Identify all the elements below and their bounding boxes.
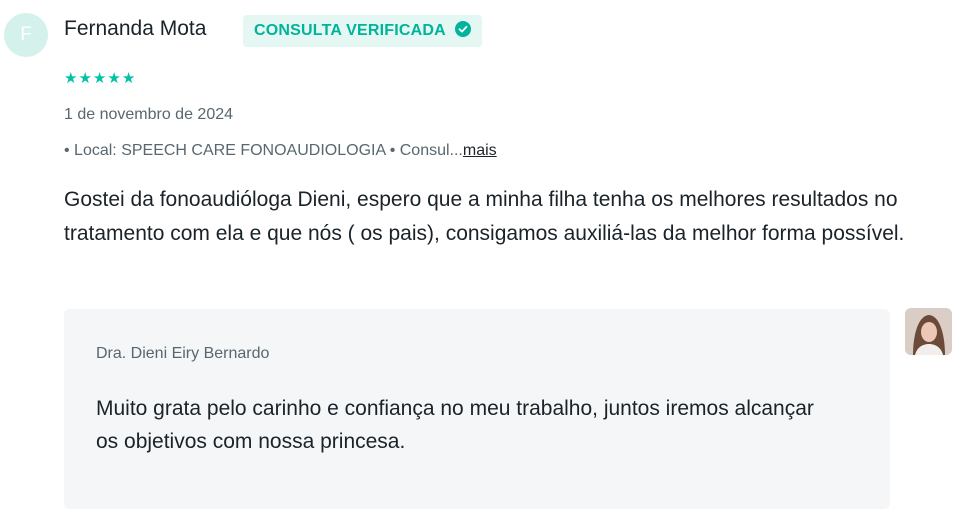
- reviewer-avatar: F: [4, 13, 48, 57]
- star-icon: ★: [92, 70, 107, 87]
- star-rating: ★ ★ ★ ★ ★: [64, 71, 135, 87]
- star-icon: ★: [78, 70, 92, 87]
- verified-badge-label: CONSULTA VERIFICADA: [254, 22, 446, 39]
- review-meta: • Local: SPEECH CARE FONOAUDIOLOGIA • Co…: [64, 142, 497, 160]
- doctor-reply: Dra. Dieni Eiry Bernardo Muito grata pel…: [64, 309, 890, 509]
- star-icon: ★: [121, 70, 136, 87]
- doctor-photo: [905, 308, 952, 355]
- verified-badge: CONSULTA VERIFICADA: [243, 15, 482, 47]
- review-meta-text: • Local: SPEECH CARE FONOAUDIOLOGIA • Co…: [64, 142, 463, 159]
- check-circle-icon: [454, 20, 471, 42]
- reply-text: Muito grata pelo carinho e confiança no …: [96, 397, 814, 453]
- review-text: Gostei da fonoaudióloga Dieni, espero qu…: [64, 188, 905, 245]
- review-date: 1 de novembro de 2024: [64, 106, 234, 123]
- doctor-name: Dra. Dieni Eiry Bernardo: [96, 345, 270, 362]
- star-icon: ★: [107, 70, 121, 87]
- reviewer-name: Fernanda Mota: [64, 17, 207, 40]
- star-icon: ★: [64, 70, 78, 87]
- more-link[interactable]: mais: [463, 142, 497, 159]
- reviewer-initial: F: [20, 24, 32, 45]
